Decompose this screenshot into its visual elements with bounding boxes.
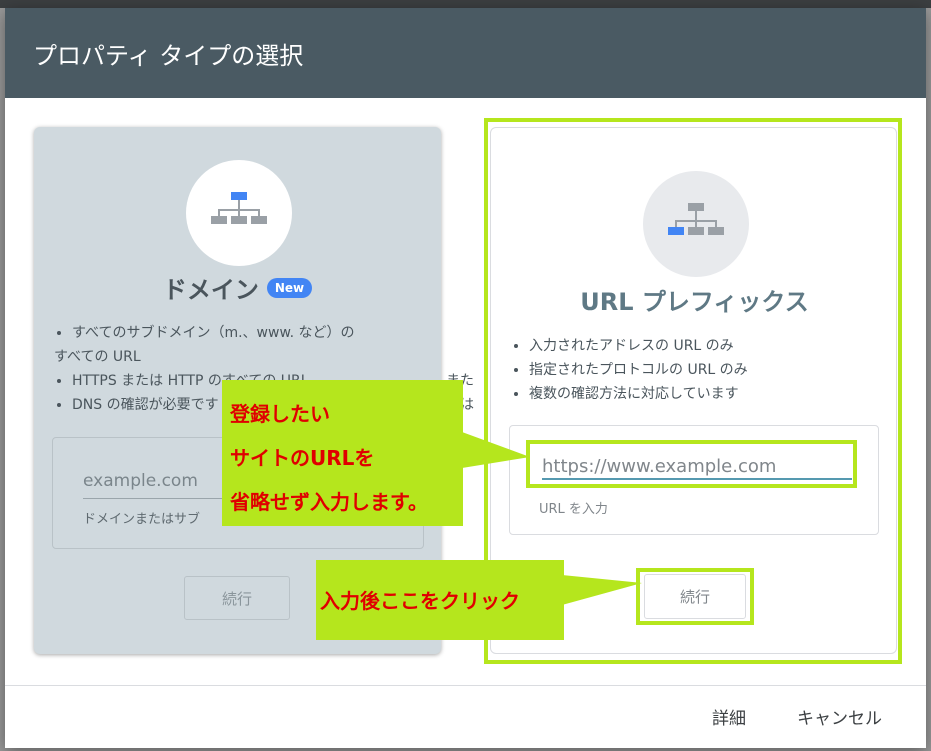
callout2-pointer [562,575,642,605]
callout2-text: 入力後ここをクリック [320,589,520,613]
callout1-line: 省略せず入力します。 [230,490,428,514]
callout1-line: 登録したい [230,402,330,426]
callout1-line: サイトのURLを [230,446,375,470]
annotation-callout-input: 登録したい サイトのURLを 省略せず入力します。 [222,380,463,526]
annotation-callout-click: 入力後ここをクリック [316,560,564,640]
callout1-pointer [462,432,530,468]
